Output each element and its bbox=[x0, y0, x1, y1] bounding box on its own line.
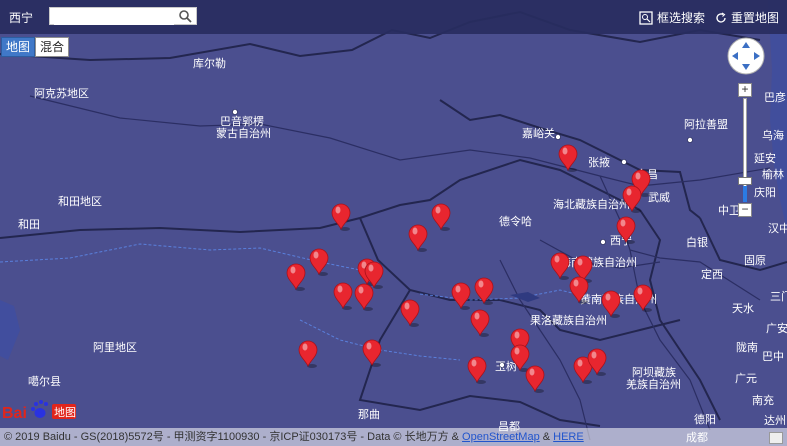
svg-text:地图: 地图 bbox=[54, 406, 76, 419]
label-guoluo: 果洛藏族自治州 bbox=[530, 313, 607, 327]
search-input[interactable] bbox=[54, 11, 174, 25]
paw-icon bbox=[31, 400, 48, 418]
label-yanan: 延安 bbox=[754, 151, 776, 165]
label-dazhou: 达州 bbox=[764, 414, 786, 427]
search-box[interactable] bbox=[49, 7, 197, 25]
label-yulin: 榆林 bbox=[762, 167, 784, 181]
label-akesu: 阿克苏地区 bbox=[34, 87, 89, 100]
resize-handle[interactable] bbox=[769, 432, 783, 444]
zoom-in-button[interactable]: + bbox=[738, 83, 752, 97]
label-kuerle: 库尔勒 bbox=[193, 57, 226, 70]
label-zhangye: 张掖 bbox=[588, 155, 610, 169]
label-jiayuguan: 嘉峪关 bbox=[522, 126, 555, 140]
box-search-button[interactable]: 框选搜索 bbox=[639, 9, 705, 26]
label-sanmenxia: 三门峡 bbox=[770, 289, 787, 303]
label-ali: 阿里地区 bbox=[93, 341, 137, 354]
map-type-switch: 地图 混合 bbox=[1, 37, 70, 57]
label-zhongwei: 中卫 bbox=[718, 204, 740, 217]
reset-map-button[interactable]: 重置地图 bbox=[715, 9, 779, 26]
label-aba1: 阿坝藏族 bbox=[632, 365, 676, 379]
label-bayan: 巴彦 bbox=[764, 90, 786, 104]
zoom-slider-handle[interactable] bbox=[738, 177, 752, 185]
here-link[interactable]: HERE bbox=[553, 431, 584, 443]
copyright-text: © 2019 Baidu - GS(2018)5572号 - 甲测资字11009… bbox=[4, 431, 463, 443]
box-select-icon bbox=[639, 10, 653, 25]
label-alashan: 阿拉善盟 bbox=[684, 117, 728, 131]
label-deyang: 德阳 bbox=[694, 412, 716, 426]
copyright-bar: © 2019 Baidu - GS(2018)5572号 - 甲测资字11009… bbox=[0, 428, 787, 446]
label-hainan: 海南藏族自治州 bbox=[560, 255, 637, 269]
label-aba2: 羌族自治州 bbox=[626, 377, 681, 391]
pan-control[interactable] bbox=[727, 37, 765, 75]
refresh-icon bbox=[716, 12, 726, 23]
label-hetian-di: 和田地区 bbox=[58, 195, 102, 208]
label-dingxi: 定西 bbox=[701, 267, 723, 281]
label-hetian: 和田 bbox=[18, 218, 40, 231]
label-bayin2: 蒙古自治州 bbox=[216, 126, 271, 140]
search-icon[interactable] bbox=[178, 9, 192, 23]
label-baiyin: 白银 bbox=[686, 235, 708, 249]
label-wuwei: 武威 bbox=[648, 191, 670, 204]
map-type-map-button[interactable]: 地图 bbox=[1, 37, 36, 57]
current-city[interactable]: 西宁 bbox=[9, 9, 33, 26]
reset-map-label: 重置地图 bbox=[731, 11, 780, 25]
label-guangyuan: 广元 bbox=[735, 372, 757, 385]
label-qingyang: 庆阳 bbox=[754, 185, 776, 199]
zoom-slider-fill bbox=[743, 186, 747, 202]
osm-link[interactable]: OpenStreetMap bbox=[462, 431, 540, 443]
label-bazhong: 巴中 bbox=[762, 350, 784, 363]
label-tianshui: 天水 bbox=[732, 302, 754, 315]
top-bar: 西宁 框选搜索 重置地图 bbox=[0, 0, 787, 34]
label-guangan: 广安 bbox=[766, 321, 787, 335]
svg-text:Bai: Bai bbox=[2, 405, 27, 422]
box-search-label: 框选搜索 bbox=[657, 11, 706, 25]
label-delingha: 德令哈 bbox=[499, 214, 532, 228]
zoom-out-button[interactable]: − bbox=[738, 203, 752, 217]
map-type-hybrid-button[interactable]: 混合 bbox=[35, 37, 70, 57]
baidu-logo: Bai 地图 bbox=[2, 400, 76, 422]
zoom-control: + − bbox=[738, 83, 752, 218]
label-hanzhong: 汉中 bbox=[768, 222, 787, 235]
map-canvas[interactable]: 库尔勒 阿克苏地区 巴音郭楞 蒙古自治州 和田地区 和田 嘉峪关 张掖 金昌 武… bbox=[0, 0, 787, 446]
label-nanchong: 南充 bbox=[752, 393, 774, 407]
label-wuhai: 乌海 bbox=[762, 128, 784, 142]
label-guyuan: 固原 bbox=[744, 254, 766, 267]
label-haibei: 海北藏族自治州 bbox=[553, 197, 630, 211]
label-bayin1: 巴音郭楞 bbox=[220, 114, 264, 128]
label-gaize: 噶尔县 bbox=[28, 375, 61, 388]
label-longnan: 陇南 bbox=[736, 340, 758, 354]
label-naqu: 那曲 bbox=[358, 408, 380, 421]
